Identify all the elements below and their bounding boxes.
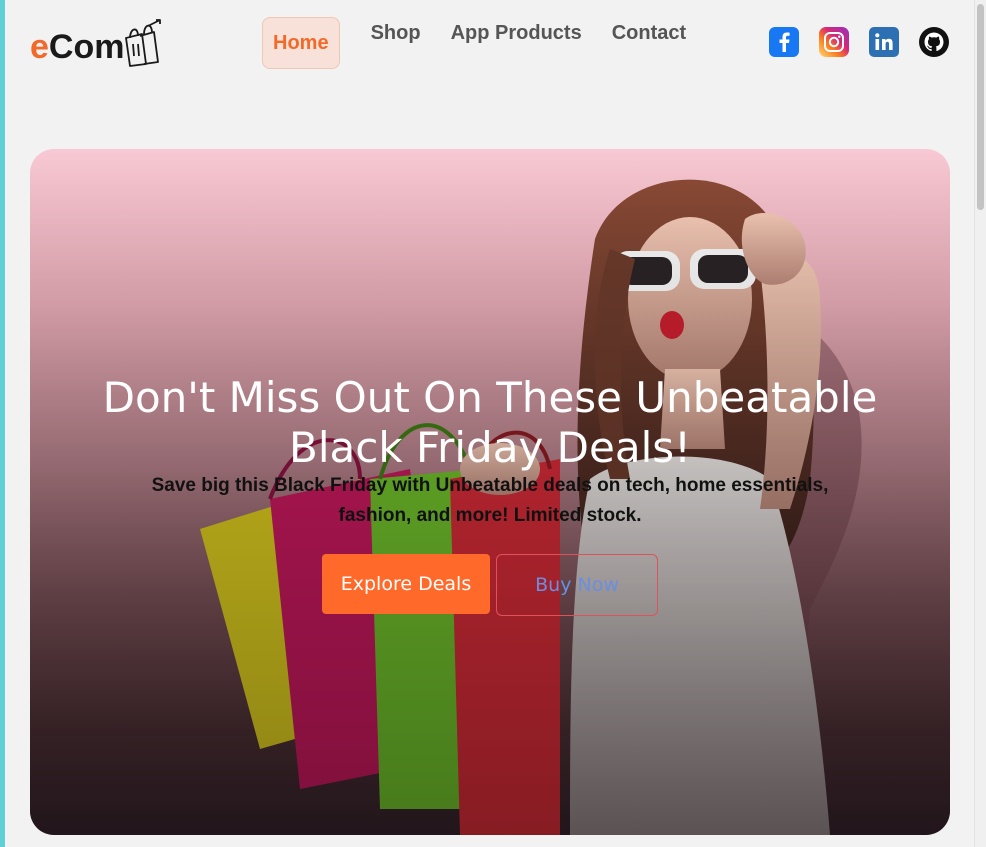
- page-scrollbar[interactable]: [974, 0, 986, 847]
- linkedin-icon[interactable]: [869, 27, 899, 57]
- hero-title: Don't Miss Out On These Unbeatable Black…: [102, 373, 878, 472]
- brand-logo[interactable]: e Com: [30, 18, 170, 67]
- hero-subtitle: Save big this Black Friday with Unbeatab…: [151, 475, 829, 526]
- logo-letter-e: e: [30, 28, 49, 66]
- hero-buttons: Explore Deals Buy Now: [322, 554, 658, 616]
- hero-banner: Don't Miss Out On These Unbeatable Black…: [30, 149, 950, 835]
- nav-home[interactable]: Home: [262, 17, 340, 69]
- nav-app-products[interactable]: App Products: [436, 17, 597, 69]
- scrollbar-thumb[interactable]: [977, 4, 984, 210]
- shopping-bags-icon: [125, 19, 162, 67]
- instagram-icon[interactable]: [819, 27, 849, 57]
- main-nav: Home Shop App Products Contact: [262, 17, 701, 69]
- nav-contact[interactable]: Contact: [597, 17, 701, 69]
- social-links: [769, 27, 949, 57]
- site-header: e Com Home Shop App Products Contact: [5, 0, 974, 90]
- github-icon[interactable]: [919, 27, 949, 57]
- logo-word-com: Com: [48, 28, 125, 66]
- facebook-icon[interactable]: [769, 27, 799, 57]
- left-accent-bar: [0, 0, 5, 847]
- explore-deals-button[interactable]: Explore Deals: [322, 554, 490, 614]
- nav-shop[interactable]: Shop: [356, 17, 436, 69]
- buy-now-button[interactable]: Buy Now: [496, 554, 658, 616]
